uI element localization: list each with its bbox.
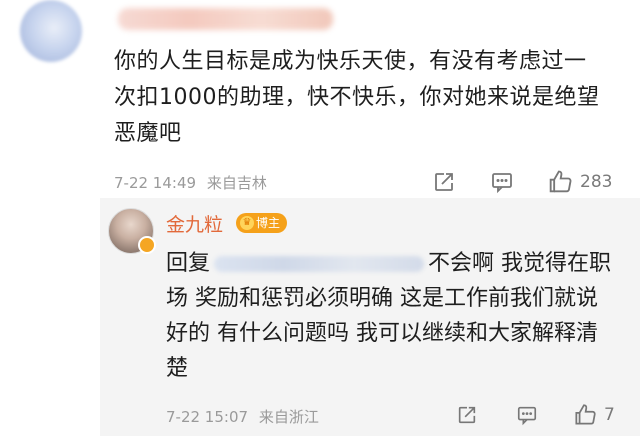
thumbs-up-icon xyxy=(572,402,598,428)
reply-prefix: 回复 xyxy=(166,251,211,276)
mention-blurred[interactable] xyxy=(214,256,425,272)
reply-date: 7-22 15:07 xyxy=(166,408,249,426)
share-icon xyxy=(456,404,478,426)
blogger-badge: ♛ 博主 xyxy=(236,213,288,233)
comment-date: 7-22 14:49 xyxy=(114,174,197,192)
reply-author-name[interactable]: 金九粒 xyxy=(166,210,223,237)
commenter-name-blurred[interactable] xyxy=(118,8,333,30)
reply-like-count: 7 xyxy=(604,405,615,425)
comment-body: 你的人生目标是成为快乐天使，有没有考虑过一次扣1000的助理，快不快乐，你对她来… xyxy=(114,49,600,146)
reply-location: 来自浙江 xyxy=(258,408,319,426)
verified-badge-icon xyxy=(138,236,156,254)
crown-icon: ♛ xyxy=(240,216,254,230)
share-icon xyxy=(432,170,456,194)
commenter-avatar[interactable] xyxy=(20,0,82,62)
reply-like-button[interactable]: 7 xyxy=(572,402,615,428)
comment-icon xyxy=(490,170,514,194)
comment-like-count: 283 xyxy=(580,172,613,192)
comment-share-button[interactable] xyxy=(432,170,456,194)
blogger-badge-label: 博主 xyxy=(256,216,281,230)
reply-share-button[interactable] xyxy=(456,404,478,426)
reply-meta: 7-22 15:07 来自浙江 xyxy=(166,406,319,427)
comment-icon xyxy=(516,404,538,426)
comment-location: 来自吉林 xyxy=(206,174,267,192)
comment-like-button[interactable]: 283 xyxy=(546,168,612,196)
reply-reply-button[interactable] xyxy=(516,404,538,426)
reply-body: 回复 不会啊 我觉得在职场 奖励和惩罚必须明确 这是工作前我们就说好的 有什么问题… xyxy=(166,246,616,386)
comment-reply-button[interactable] xyxy=(490,170,514,194)
comment-meta: 7-22 14:49 来自吉林 xyxy=(114,172,267,193)
thumbs-up-icon xyxy=(546,168,574,196)
